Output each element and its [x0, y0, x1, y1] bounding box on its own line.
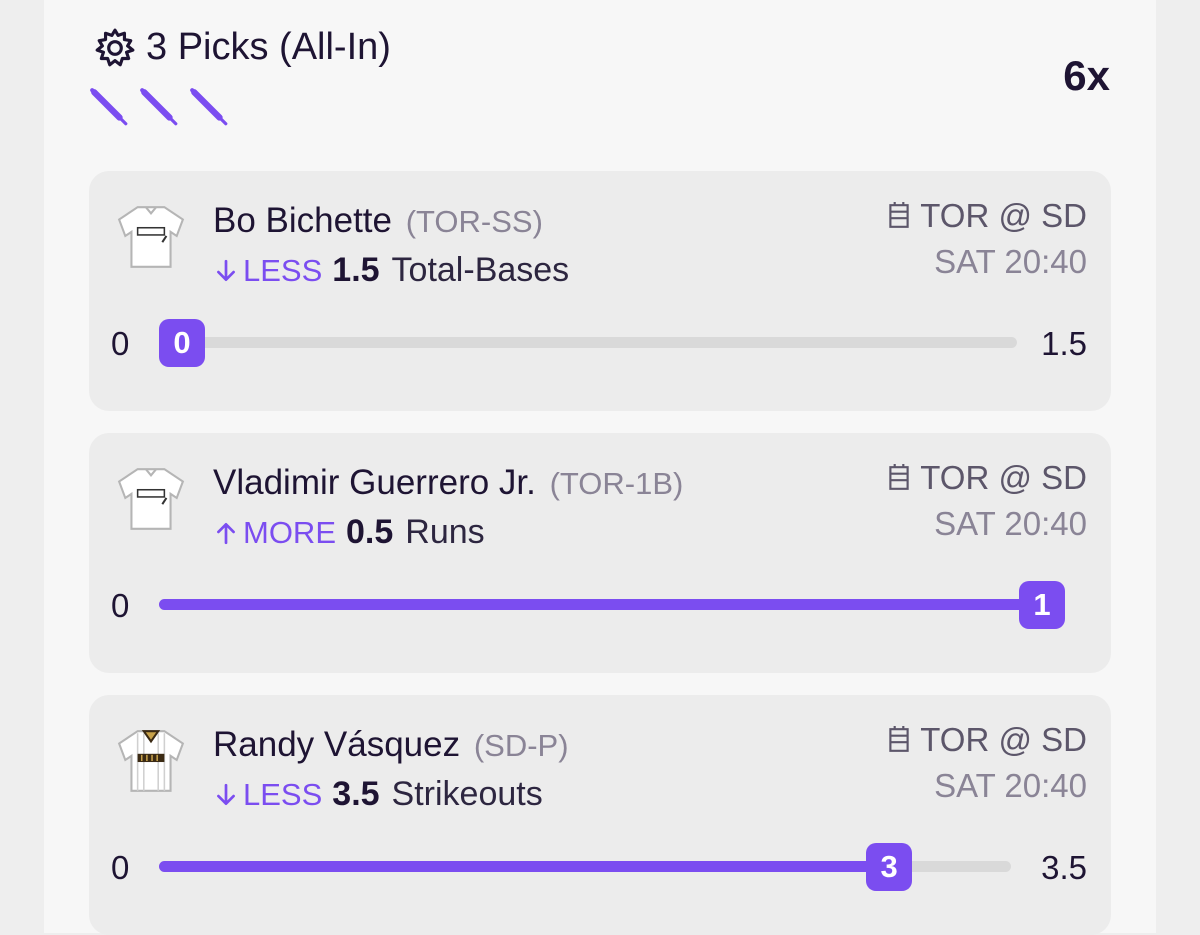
pick-direction: LESS — [213, 253, 322, 289]
progress-fill — [159, 861, 889, 872]
matchup-label: TOR @ SD — [920, 459, 1087, 496]
progress-max: 1.5 — [1041, 325, 1087, 362]
game-matchup: TOR @ SD — [886, 197, 1087, 235]
player-team-position: (TOR-1B) — [549, 466, 684, 501]
progress-min: 0 — [111, 849, 130, 886]
entry-title: 3 Picks (All-In) — [146, 26, 391, 68]
progress-fill — [159, 599, 1065, 610]
baseball-bat-icon — [90, 88, 128, 126]
progress-knob: 3 — [866, 843, 913, 891]
pick-line: MORE 0.5 Runs — [213, 513, 485, 552]
pick-card[interactable]: Vladimir Guerrero Jr. (TOR-1B) MORE 0.5 … — [89, 433, 1111, 673]
matchup-label: TOR @ SD — [920, 721, 1087, 758]
player-name: Bo Bichette — [213, 201, 392, 240]
game-time: SAT 20:40 — [934, 767, 1087, 804]
progress-track: 1 — [159, 581, 1065, 629]
stadium-icon — [889, 464, 909, 490]
gear-icon — [95, 28, 135, 66]
baseball-bat-icon — [190, 88, 228, 126]
pick-direction: LESS — [213, 777, 322, 813]
pick-line: LESS 3.5 Strikeouts — [213, 775, 543, 814]
player-name: Randy Vásquez — [213, 725, 461, 764]
jersey-icon — [117, 468, 185, 530]
direction-label: LESS — [243, 776, 323, 812]
progress-max: 3.5 — [1041, 849, 1087, 886]
game-time: SAT 20:40 — [934, 243, 1087, 280]
arrow-down-icon — [217, 259, 235, 281]
pick-line-value: 3.5 — [332, 775, 380, 813]
jersey-icon — [117, 730, 185, 792]
pick-line-value: 0.5 — [346, 513, 394, 551]
pick-line: LESS 1.5 Total-Bases — [213, 251, 569, 290]
pick-stat: Runs — [405, 513, 485, 551]
pick-line-value: 1.5 — [332, 251, 380, 289]
bat-icons-row — [88, 86, 230, 128]
game-matchup: TOR @ SD — [886, 459, 1087, 497]
pick-stat: Strikeouts — [391, 775, 543, 813]
game-matchup: TOR @ SD — [886, 721, 1087, 759]
jersey-icon — [117, 206, 185, 268]
entry-header: 3 Picks (All-In) — [94, 26, 391, 69]
direction-label: LESS — [243, 252, 323, 288]
pick-stat: Total-Bases — [391, 251, 570, 289]
progress-min: 0 — [111, 587, 130, 624]
pick-card[interactable]: Bo Bichette (TOR-SS) LESS 1.5 Total-Base… — [89, 171, 1111, 411]
pick-direction: MORE — [213, 515, 336, 551]
direction-label: MORE — [243, 514, 336, 550]
arrow-down-icon — [217, 783, 235, 805]
stadium-icon — [889, 202, 909, 228]
stadium-icon — [889, 726, 909, 752]
player-name: Vladimir Guerrero Jr. — [213, 463, 536, 502]
baseball-bat-icon — [140, 88, 178, 126]
progress-track: 0 — [159, 319, 1017, 367]
progress-min: 0 — [111, 325, 130, 362]
player-name-line: Randy Vásquez (SD-P) — [213, 725, 569, 765]
game-time: SAT 20:40 — [934, 505, 1087, 542]
matchup-label: TOR @ SD — [920, 197, 1087, 234]
player-name-line: Bo Bichette (TOR-SS) — [213, 201, 543, 241]
payout-multiplier: 6x — [1063, 52, 1110, 99]
arrow-up-icon — [217, 522, 235, 544]
progress-knob: 1 — [1019, 581, 1065, 629]
pick-card[interactable]: Randy Vásquez (SD-P) LESS 3.5 Strikeouts… — [89, 695, 1111, 935]
progress-track: 3 — [159, 843, 1011, 891]
player-team-position: (TOR-SS) — [405, 204, 543, 239]
player-name-line: Vladimir Guerrero Jr. (TOR-1B) — [213, 463, 683, 503]
progress-knob: 0 — [159, 319, 205, 367]
player-team-position: (SD-P) — [473, 728, 569, 763]
